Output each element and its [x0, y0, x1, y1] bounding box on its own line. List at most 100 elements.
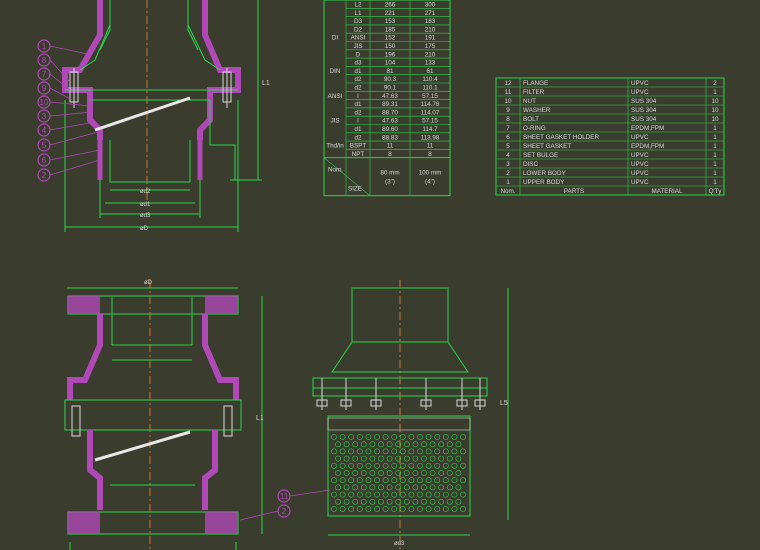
balloon-label: 7: [42, 70, 47, 79]
filter-hole: [335, 441, 341, 448]
parts-table-cell: EPDM,FPM: [631, 143, 664, 150]
filter-hole: [391, 434, 398, 440]
filter-hole: [365, 506, 372, 512]
dim-d3: ød3: [140, 213, 151, 219]
filter-hole: [408, 434, 415, 440]
filter-hole: [399, 477, 406, 484]
filter-hole: [352, 455, 359, 462]
size-table-footer: Nom.: [328, 167, 343, 174]
filter-hole: [403, 484, 410, 491]
filter-hole: [360, 441, 367, 448]
parts-table-cell: 2: [506, 170, 510, 177]
filter-hole: [386, 441, 393, 448]
filter-hole: [331, 506, 337, 512]
filter-hole: [434, 477, 441, 484]
size-table-cell: 150: [385, 43, 396, 50]
size-table-cell: 152: [385, 35, 396, 42]
filter-hole: [460, 462, 466, 469]
valve-section-bottom: øD L1: [64, 280, 264, 550]
filter-hole: [425, 462, 432, 469]
balloon-label: 2: [42, 171, 47, 180]
filter-hole: [446, 441, 453, 448]
filter-hole: [348, 491, 355, 498]
size-table-footer: (4"): [425, 179, 435, 186]
filter-hole: [382, 462, 389, 469]
balloon-label: 2: [282, 507, 287, 516]
filter-hole: [451, 477, 458, 484]
filter-hole: [365, 491, 372, 498]
parts-table-cell: BOLT: [523, 116, 539, 123]
size-table-cell: 300: [425, 2, 436, 9]
balloon-label: 8: [42, 56, 47, 65]
parts-table-cell: UPVC: [631, 152, 649, 159]
parts-table-cell: FLANGE: [523, 80, 548, 87]
filter-hole: [356, 506, 363, 512]
filter-hole: [434, 506, 441, 512]
filter-hole: [369, 470, 376, 476]
parts-table-cell: 1: [713, 179, 717, 186]
filter-hole: [386, 498, 393, 505]
filter-hole: [442, 477, 449, 484]
parts-table-cell: SHEET GASKET: [523, 143, 571, 150]
parts-table-cell: 1: [713, 134, 717, 141]
parts-table-cell: 1: [713, 125, 717, 132]
size-table-cell: 88.83: [382, 134, 398, 141]
filter-hole: [339, 491, 346, 498]
filter-hole: [438, 455, 445, 462]
size-table-cell: JIS: [353, 43, 362, 50]
parts-table-cell: 1: [713, 89, 717, 96]
size-table-cell: 196: [385, 51, 396, 58]
filter-hole: [382, 448, 389, 455]
parts-table-cell: SHEET GASKET HOLDER: [523, 134, 600, 141]
size-table-cell: 89.60: [382, 126, 398, 133]
size-table-cell: 61: [426, 68, 434, 75]
parts-table-cell: 10: [711, 107, 719, 114]
parts-table-header: Q'Ty: [709, 188, 723, 195]
filter-hole: [374, 462, 380, 469]
filter-hole: [438, 498, 445, 505]
filter-hole: [425, 491, 432, 498]
parts-table-cell: UPPER BODY: [523, 179, 565, 186]
size-table-cell: d2: [354, 109, 362, 116]
filter-hole: [408, 491, 415, 498]
leader-line: [49, 121, 96, 131]
size-table-cell: 104: [385, 60, 396, 67]
filter-hole: [356, 462, 363, 469]
filter-hole: [352, 441, 359, 448]
size-table-cell: 88.70: [382, 109, 398, 116]
parts-table-cell: 7: [506, 125, 510, 132]
size-table-cell: D3: [354, 18, 363, 25]
filter-hole: [451, 462, 458, 469]
dim-D-bottom: øD: [144, 280, 153, 286]
filter-hole: [425, 448, 432, 455]
size-table-cell: 185: [385, 26, 396, 33]
filter-hole: [417, 462, 423, 469]
size-table-cell: 113.98: [421, 134, 440, 141]
filter-hole: [429, 470, 436, 476]
balloon-label: 5: [42, 141, 47, 150]
filter-hole: [391, 448, 398, 455]
filter-hole: [339, 434, 346, 440]
filter-hole: [378, 455, 384, 462]
filter-hole: [421, 455, 427, 462]
parts-table-cell: SUS 304: [631, 98, 657, 105]
filter-hole: [412, 498, 419, 505]
parts-table-cell: 12: [504, 80, 512, 87]
filter-hole: [429, 484, 436, 491]
size-table-cell: d1: [354, 68, 362, 75]
filter-hole: [382, 506, 389, 512]
filter-hole: [460, 448, 466, 455]
filter-hole: [386, 470, 393, 476]
parts-table-cell: 1: [506, 179, 510, 186]
filter-hole: [343, 498, 350, 505]
size-table-cell: 210: [425, 51, 436, 58]
parts-table-cell: SUS 304: [631, 107, 657, 114]
parts-table: 12 FLANGE UPVC 211 FILTER UPVC 110 NUT SUS 304 10…: [495, 77, 725, 196]
filter-hole: [374, 477, 380, 484]
balloon-label: 1: [42, 42, 47, 51]
filter-hole: [429, 498, 436, 505]
balloon-label: 4: [42, 126, 47, 135]
parts-table-cell: 11: [505, 89, 512, 96]
size-table-cell: 8: [388, 151, 392, 158]
filter-hole: [421, 441, 427, 448]
